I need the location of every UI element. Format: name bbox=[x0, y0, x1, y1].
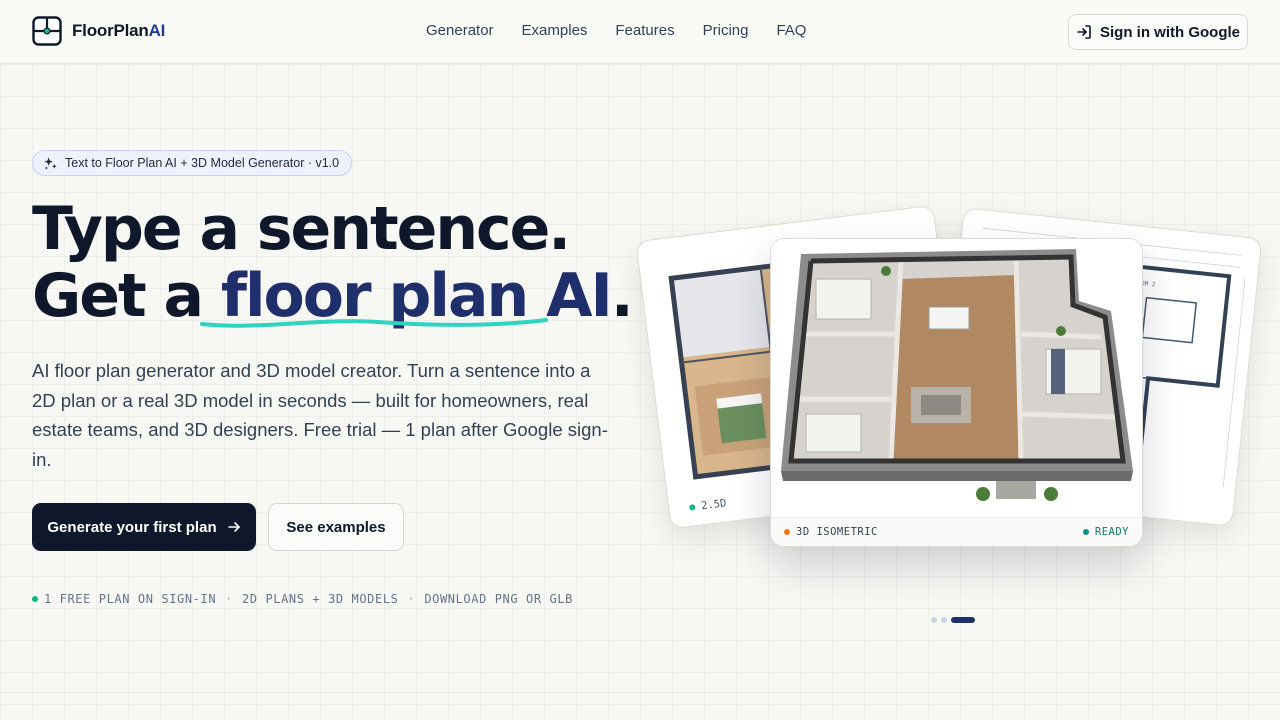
pager-dot[interactable] bbox=[941, 617, 947, 623]
card-footer: 3D ISOMETRIC READY bbox=[771, 517, 1142, 546]
generate-plan-button[interactable]: Generate your first plan bbox=[32, 503, 256, 551]
sign-in-label: Sign in with Google bbox=[1100, 23, 1240, 41]
main-nav: Generator Examples Features Pricing FAQ bbox=[426, 22, 806, 39]
sign-in-google-button[interactable]: Sign in with Google bbox=[1068, 14, 1248, 50]
status-dot bbox=[688, 504, 696, 511]
nav-generator[interactable]: Generator bbox=[426, 22, 494, 39]
badge-text: Text to Floor Plan AI + 3D Model Generat… bbox=[65, 156, 340, 170]
logo-text: FloorPlanAI bbox=[72, 21, 166, 40]
nav-faq[interactable]: FAQ bbox=[776, 22, 806, 39]
headline-line-1: Type a sentence. bbox=[32, 194, 571, 264]
card-status: READY bbox=[1082, 526, 1129, 538]
section-divider bbox=[0, 692, 1280, 693]
nav-pricing[interactable]: Pricing bbox=[703, 22, 749, 39]
status-dot bbox=[784, 529, 790, 535]
pager-dot-active[interactable] bbox=[951, 617, 975, 623]
arrow-right-icon bbox=[227, 522, 240, 532]
feature-1: 1 FREE PLAN ON SIGN-IN bbox=[44, 592, 217, 606]
feature-strip: 1 FREE PLAN ON SIGN-IN · 2D PLANS + 3D M… bbox=[32, 592, 573, 606]
headline-line-2-suffix: . bbox=[610, 261, 634, 331]
pager-dot[interactable] bbox=[931, 617, 937, 623]
nav-examples[interactable]: Examples bbox=[522, 22, 588, 39]
hero-description: AI floor plan generator and 3D model cre… bbox=[32, 360, 608, 470]
status-dot bbox=[32, 596, 38, 602]
carousel-pager bbox=[931, 617, 975, 623]
generate-plan-label: Generate your first plan bbox=[47, 518, 217, 536]
nav-features[interactable]: Features bbox=[615, 22, 674, 39]
sign-in-icon bbox=[1077, 25, 1091, 39]
separator: · bbox=[407, 592, 416, 606]
card-label: 3D ISOMETRIC bbox=[784, 526, 878, 538]
see-examples-label: See examples bbox=[286, 518, 386, 536]
headline-line-2-prefix: Get a bbox=[32, 261, 221, 331]
sparkle-icon bbox=[44, 156, 57, 170]
headline-underline-decoration bbox=[200, 318, 548, 328]
site-header: FloorPlanAI Generator Examples Features … bbox=[0, 0, 1280, 64]
feature-3: DOWNLOAD PNG OR GLB bbox=[424, 592, 573, 606]
logo[interactable]: FloorPlanAI bbox=[32, 16, 165, 46]
ready-dot bbox=[1082, 529, 1089, 535]
feature-2: 2D PLANS + 3D MODELS bbox=[241, 592, 399, 606]
3d-isometric-floorplan-illustration bbox=[771, 239, 1142, 519]
version-badge: Text to Floor Plan AI + 3D Model Generat… bbox=[32, 150, 353, 176]
preview-card-3d-isometric[interactable]: 3D ISOMETRIC READY bbox=[770, 238, 1143, 547]
see-examples-button[interactable]: See examples bbox=[268, 503, 404, 551]
floorplan-logo-icon bbox=[32, 16, 62, 46]
separator: · bbox=[225, 592, 233, 606]
